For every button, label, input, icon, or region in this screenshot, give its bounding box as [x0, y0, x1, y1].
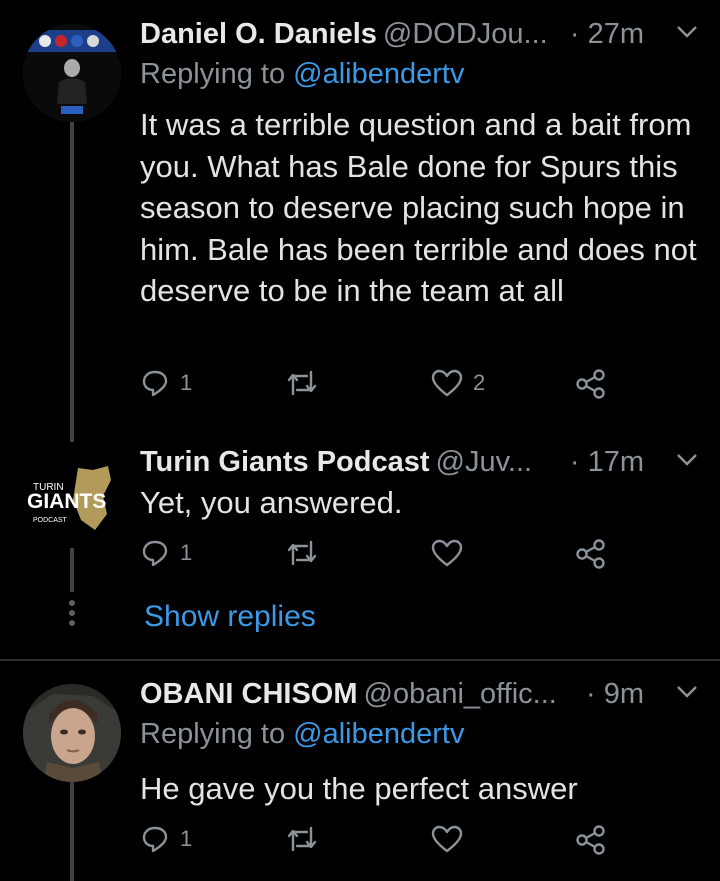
tweet-header: Daniel O. Daniels @DODJou... · 27m — [140, 12, 700, 56]
replying-to-link[interactable]: @alibendertv — [293, 58, 464, 90]
timestamp[interactable]: · 27m — [570, 18, 644, 51]
tweet-text: He gave you the perfect answer — [140, 771, 578, 806]
tweet-actions: 1 2 — [140, 368, 610, 408]
replying-prefix: Replying to — [140, 718, 286, 750]
avatar[interactable]: TURIN GIANTS PODCAST — [23, 448, 121, 546]
like-button[interactable] — [431, 824, 473, 854]
author-handle[interactable]: @obani_offic... — [364, 678, 557, 711]
author-name[interactable]: Daniel O. Daniels — [140, 18, 377, 51]
reply-count: 1 — [180, 826, 193, 851]
heart-icon — [431, 539, 463, 567]
author-name[interactable]: Turin Giants Podcast — [140, 446, 430, 479]
thread-line — [70, 782, 74, 881]
tweet-text: It was a terrible question and a bait fr… — [140, 107, 697, 308]
replying-to: Replying to @alibendertv — [140, 58, 464, 91]
share-icon — [576, 539, 605, 569]
like-button[interactable] — [431, 538, 473, 568]
reply-count: 1 — [180, 370, 193, 395]
tweet-header: Turin Giants Podcast @Juv... · 17m — [140, 440, 700, 484]
avatar[interactable] — [23, 684, 121, 782]
reply-button[interactable]: 1 — [140, 538, 192, 568]
tweet[interactable]: OBANI CHISOM @obani_offic... · 9m Replyi… — [0, 672, 720, 872]
retweet-button[interactable] — [285, 824, 329, 854]
replying-prefix: Replying to — [140, 58, 286, 90]
tweet-text: Yet, you answered. — [140, 485, 403, 520]
reply-button[interactable]: 1 — [140, 824, 192, 854]
tweet[interactable]: Daniel O. Daniels @DODJou... · 27m Reply… — [0, 12, 720, 412]
avatar-text-bottom: PODCAST — [33, 517, 68, 524]
share-button[interactable] — [575, 538, 607, 570]
retweet-button[interactable] — [285, 538, 329, 568]
share-icon — [576, 369, 605, 399]
retweet-icon — [287, 826, 317, 852]
reply-icon — [142, 370, 168, 397]
like-count: 2 — [473, 370, 486, 395]
like-button[interactable]: 2 — [431, 368, 485, 398]
author-handle[interactable]: @Juv... — [436, 446, 533, 479]
timestamp[interactable]: · 9m — [586, 678, 644, 711]
author-name[interactable]: OBANI CHISOM — [140, 678, 358, 711]
more-dots — [69, 600, 75, 630]
show-replies-link[interactable]: Show replies — [144, 600, 316, 634]
share-button[interactable] — [575, 824, 607, 856]
heart-icon — [431, 825, 463, 853]
avatar-text-main: GIANTS — [27, 490, 106, 513]
tweet-actions: 1 — [140, 824, 610, 864]
reply-icon — [142, 540, 168, 567]
divider — [0, 659, 720, 661]
reply-button[interactable]: 1 — [140, 368, 192, 398]
author-handle[interactable]: @DODJou... — [383, 18, 548, 51]
tweet-actions: 1 — [140, 538, 610, 578]
timestamp[interactable]: · 17m — [570, 446, 644, 479]
retweet-icon — [287, 370, 317, 396]
replying-to-link[interactable]: @alibendertv — [293, 718, 464, 750]
retweet-button[interactable] — [285, 368, 329, 398]
chevron-down-icon[interactable] — [674, 678, 700, 712]
retweet-icon — [287, 540, 317, 566]
share-icon — [576, 825, 605, 855]
share-button[interactable] — [575, 368, 607, 400]
tweet[interactable]: TURIN GIANTS PODCAST Turin Giants Podcas… — [0, 440, 720, 590]
chevron-down-icon[interactable] — [674, 446, 700, 480]
heart-icon — [431, 369, 463, 397]
chevron-down-icon[interactable] — [674, 18, 700, 52]
avatar[interactable] — [23, 24, 121, 122]
tweet-header: OBANI CHISOM @obani_offic... · 9m — [140, 672, 700, 716]
reply-count: 1 — [180, 540, 193, 565]
reply-icon — [142, 826, 168, 853]
replying-to: Replying to @alibendertv — [140, 718, 464, 751]
